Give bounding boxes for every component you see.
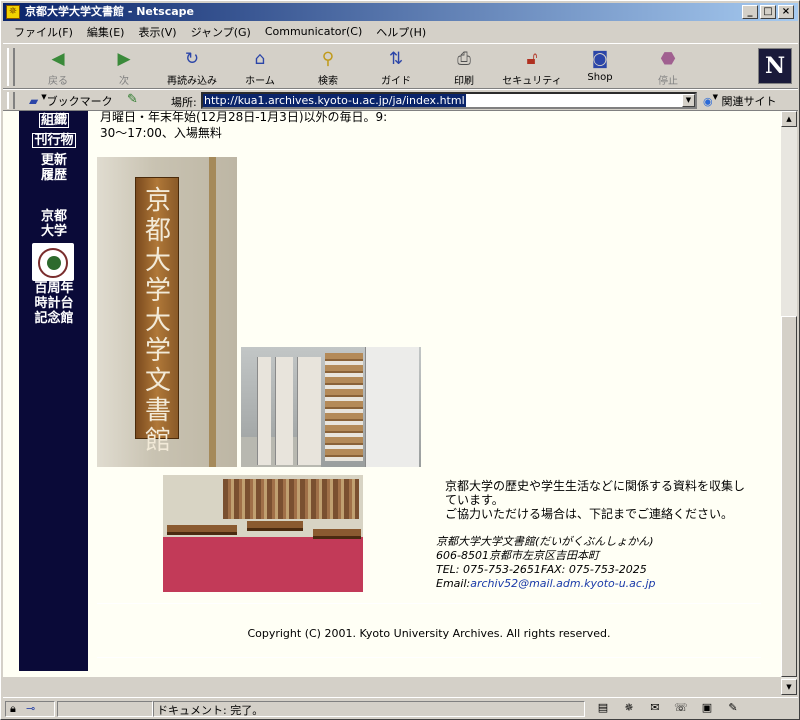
search-button[interactable]: ⚲ 検索	[297, 48, 359, 88]
url-dropdown-button[interactable]: ▼	[682, 94, 695, 107]
netscape-app-icon: ✵	[6, 5, 20, 19]
scroll-down-button[interactable]: ▼	[781, 679, 797, 695]
progress-cell	[57, 701, 153, 717]
browser-window: ✵ 京都大学大学文書館 - Netscape _ □ × ファイル(F) 編集(…	[0, 0, 800, 720]
copyright-notice: Copyright (C) 2001. Kyoto University Arc…	[247, 627, 611, 640]
sidebar-item-history[interactable]: 履歴	[30, 168, 78, 183]
search-icon: ⚲	[321, 49, 335, 69]
connection-icon: ⊸	[26, 702, 36, 715]
related-sites-icon: ◉	[703, 95, 713, 108]
mail-icon[interactable]: ✉	[645, 701, 665, 714]
scroll-thumb[interactable]	[781, 316, 797, 677]
url-field[interactable]: http://kua1.archives.kyoto-u.ac.jp/ja/in…	[201, 92, 697, 109]
navigation-toolbar: ◀ 戻る ▶ 次 ↻ 再読み込み ⌂ ホーム ⚲ 検索 ⇅ ガイド ⎙ 印刷 🔓…	[3, 43, 798, 89]
status-bar: 🔒︎ ⊸ ドキュメント: 完了。 ▤ ✵ ✉ ☏ ▣ ✎	[3, 697, 798, 719]
title-bar: ✵ 京都大学大学文書館 - Netscape _ □ ×	[3, 3, 798, 21]
vertical-scrollbar[interactable]: ▲ ▼	[781, 111, 797, 695]
contact-info: 京都大学大学文書館(だいがくぶんしょかん) 606-8501京都市左京区吉田本町…	[436, 535, 766, 591]
lock-icon: 🔒︎	[10, 702, 16, 715]
sign-text: 京都大学大学文書館	[144, 186, 171, 456]
menu-bar: ファイル(F) 編集(E) 表示(V) ジャンプ(G) Communicator…	[3, 22, 798, 41]
wooden-sign: 京都大学大学文書館	[135, 177, 179, 456]
location-label: 場所:	[171, 96, 197, 109]
bookmarks-icon: ▰	[29, 94, 39, 108]
forward-arrow-icon: ▶	[117, 49, 131, 69]
sidebar-item-publications[interactable]: 刊行物	[30, 133, 78, 148]
divider-top	[97, 603, 761, 604]
toolbar-grip[interactable]	[7, 48, 15, 86]
security-status-cell[interactable]: 🔒︎ ⊸	[5, 701, 55, 717]
stop-icon: ⬣	[660, 49, 676, 69]
contact-address: 606-8501京都市左京区吉田本町	[436, 549, 599, 562]
news-icon[interactable]: ☏	[671, 701, 691, 714]
stop-button[interactable]: ⬣ 停止	[637, 48, 699, 88]
menu-view[interactable]: 表示(V)	[131, 24, 183, 40]
bookmarks-button[interactable]: ▰ ▼ブックマーク	[29, 93, 113, 109]
university-seal-icon[interactable]	[32, 243, 74, 281]
opening-hours: 月曜日・年末年始(12月28日-1月3日)以外の毎日。9: 30〜17:00、入…	[100, 111, 388, 140]
stacks-photo	[241, 347, 421, 467]
composer-icon[interactable]: ▣	[697, 701, 717, 714]
netscape-logo[interactable]: N	[758, 48, 792, 84]
editor-icon[interactable]: ✎	[723, 701, 743, 714]
forward-button[interactable]: ▶ 次	[93, 48, 155, 88]
scroll-up-button[interactable]: ▲	[781, 111, 797, 127]
minimize-button[interactable]: _	[742, 5, 758, 19]
menu-file[interactable]: ファイル(F)	[7, 24, 80, 40]
reload-button[interactable]: ↻ 再読み込み	[161, 48, 223, 88]
maximize-button[interactable]: □	[760, 5, 776, 19]
reload-icon: ↻	[184, 49, 200, 69]
related-dropdown-icon: ▼	[712, 93, 718, 101]
printer-icon: ⎙	[457, 49, 471, 69]
location-grip[interactable]	[7, 92, 15, 109]
page-bottom-strip	[3, 677, 781, 695]
close-button[interactable]: ×	[778, 5, 794, 19]
page-proxy-icon[interactable]: ✎	[127, 92, 138, 107]
back-button[interactable]: ◀ 戻る	[27, 48, 89, 88]
menu-help[interactable]: ヘルプ(H)	[369, 24, 433, 40]
window-title: 京都大学大学文書館 - Netscape	[25, 5, 194, 18]
back-arrow-icon: ◀	[51, 49, 65, 69]
guide-button[interactable]: ⇅ ガイド	[365, 48, 427, 88]
sidebar-item-memorial-hall[interactable]: 記念館	[30, 311, 78, 326]
menu-edit[interactable]: 編集(E)	[80, 24, 132, 40]
navigator-icon[interactable]: ✵	[619, 701, 639, 714]
email-link[interactable]: archiv52@mail.adm.kyoto-u.ac.jp	[470, 577, 655, 590]
sidebar-item-organization[interactable]: 組織	[30, 113, 78, 128]
divider-bottom	[97, 657, 761, 658]
sidebar-item-update[interactable]: 更新	[30, 153, 78, 168]
url-text[interactable]: http://kua1.archives.kyoto-u.ac.jp/ja/in…	[203, 94, 466, 107]
home-icon: ⌂	[254, 49, 266, 69]
menu-communicator[interactable]: Communicator(C)	[258, 25, 369, 38]
sidebar-item-university[interactable]: 大学	[30, 224, 78, 239]
guide-icon: ⇅	[388, 49, 404, 69]
email-label: Email:	[436, 577, 471, 590]
related-sites-button[interactable]: ◉▼ 関連サイト	[703, 93, 777, 109]
shop-bag-icon: ◙	[591, 49, 609, 69]
page-viewport: 組織 刊行物 更新 履歴 京都 大学 百周年 時計台 記念館 月曜日・年末年始(…	[3, 111, 781, 677]
menu-go[interactable]: ジャンプ(G)	[184, 24, 258, 40]
contact-tel-fax: TEL: 075-753-2651FAX: 075-753-2025	[436, 563, 647, 576]
sidebar-nav: 組織 刊行物 更新 履歴 京都 大学 百周年 時計台 記念館	[19, 111, 88, 671]
print-button[interactable]: ⎙ 印刷	[433, 48, 495, 88]
location-toolbar: ▰ ▼ブックマーク ✎ 場所: http://kua1.archives.kyot…	[3, 89, 798, 111]
sidebar-item-centennial[interactable]: 百周年	[30, 281, 78, 296]
archive-description: 京都大学の歴史や学生生活などに関係する資料を収集し ています。 ご協力いただける…	[445, 479, 746, 521]
status-text: ドキュメント: 完了。	[157, 704, 264, 717]
shop-button[interactable]: ◙ Shop	[569, 48, 631, 88]
padlock-icon: 🔓︎	[526, 49, 538, 69]
home-button[interactable]: ⌂ ホーム	[229, 48, 291, 88]
activity-icon[interactable]: ▤	[593, 701, 613, 714]
reading-room-photo	[163, 475, 363, 592]
contact-name: 京都大学大学文書館(だいがくぶんしょかん)	[436, 535, 654, 548]
archive-sign-photo: 京都大学大学文書館	[97, 157, 237, 467]
sidebar-item-clocktower[interactable]: 時計台	[30, 296, 78, 311]
sidebar-item-kyoto[interactable]: 京都	[30, 209, 78, 224]
security-button[interactable]: 🔓︎ セキュリティ	[501, 48, 563, 88]
